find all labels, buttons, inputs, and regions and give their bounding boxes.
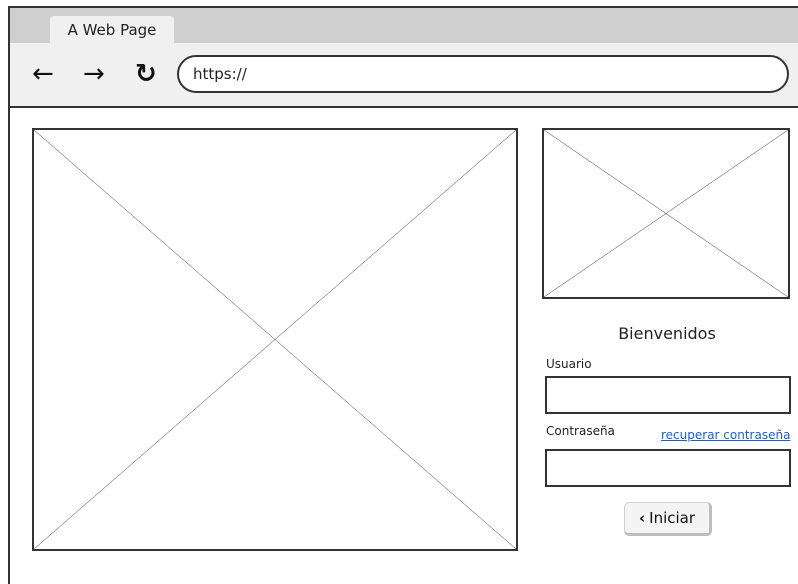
login-button-label: Iniciar xyxy=(649,509,696,527)
password-label: Contraseña xyxy=(546,424,615,438)
address-bar[interactable]: https:// xyxy=(177,55,789,93)
password-field[interactable] xyxy=(545,449,791,487)
back-icon[interactable]: ← xyxy=(32,61,54,87)
browser-window: A Web Page ← → ↻ https:// Bienvenidos Us… xyxy=(8,6,798,584)
forward-icon[interactable]: → xyxy=(83,61,105,87)
recover-password-link[interactable]: recuperar contraseña xyxy=(661,428,790,442)
username-label: Usuario xyxy=(546,357,592,371)
reload-icon[interactable]: ↻ xyxy=(135,61,157,87)
username-field[interactable] xyxy=(545,376,791,414)
browser-tab[interactable]: A Web Page xyxy=(50,16,174,44)
chevron-left-icon: ‹ xyxy=(638,509,646,527)
login-button[interactable]: ‹ Iniciar xyxy=(624,502,712,536)
welcome-heading: Bienvenidos xyxy=(618,324,716,343)
browser-chrome: A Web Page ← → ↻ https:// xyxy=(10,8,798,108)
side-image-placeholder xyxy=(542,128,790,299)
main-image-placeholder xyxy=(32,128,518,551)
